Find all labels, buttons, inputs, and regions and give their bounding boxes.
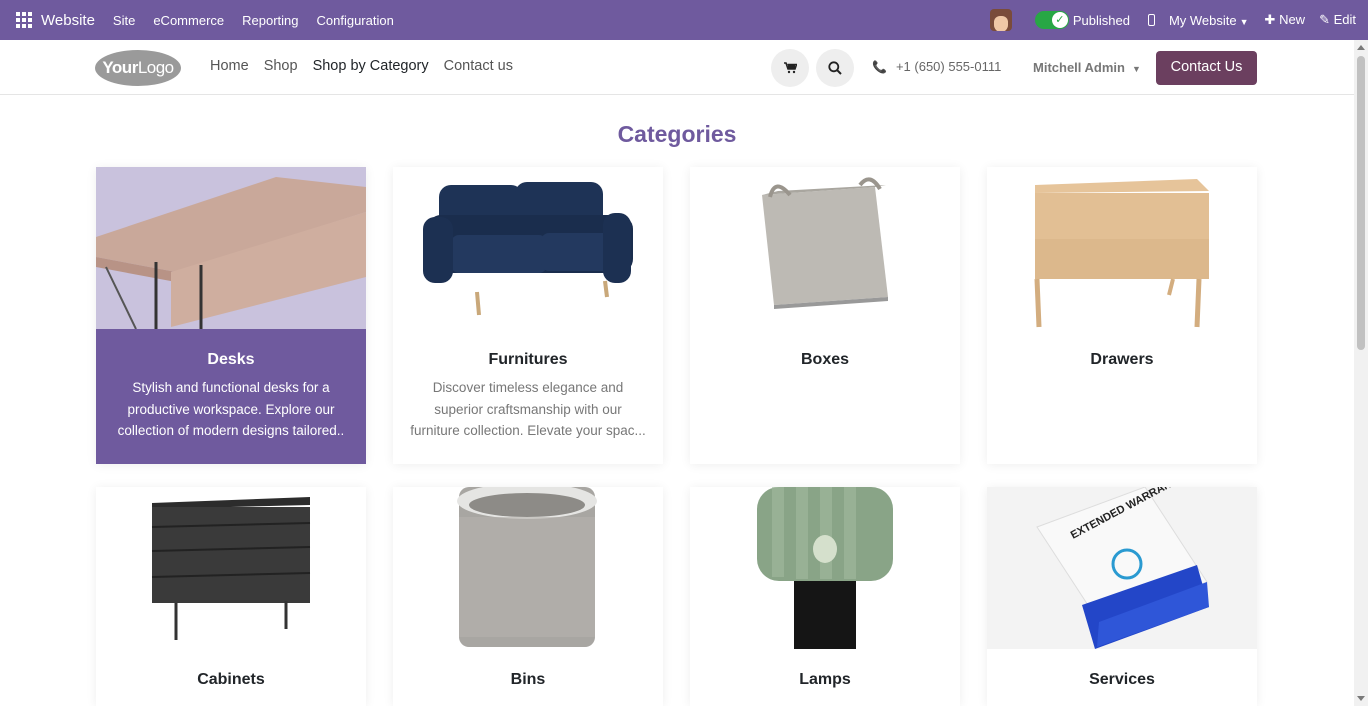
phone-number[interactable]: 📞 +1 (650) 555-0111 <box>872 59 1001 74</box>
edit-button[interactable]: ✎ Edit <box>1319 12 1356 28</box>
website-selector-label: My Website <box>1168 12 1237 28</box>
nav-shop[interactable]: Shop <box>264 58 298 74</box>
category-title: Services <box>1089 671 1155 688</box>
page-scrollbar[interactable] <box>1354 40 1368 706</box>
phone-text: +1 (650) 555-0111 <box>895 59 1002 74</box>
bin-image <box>393 487 663 649</box>
category-title: Cabinets <box>197 671 265 688</box>
category-card-boxes[interactable]: Boxes <box>690 167 960 464</box>
user-name: Mitchell Admin <box>1033 60 1125 75</box>
search-button[interactable] <box>816 49 854 87</box>
category-card-furnitures[interactable]: Furnitures Discover timeless elegance an… <box>393 167 663 464</box>
category-title: Boxes <box>800 351 850 368</box>
new-button[interactable]: ✚ New <box>1265 12 1306 28</box>
cart-button[interactable] <box>771 49 809 87</box>
scroll-thumb[interactable] <box>1357 56 1365 350</box>
admin-bar: Website Site eCommerce Reporting Configu… <box>0 0 1368 40</box>
drawer-image <box>987 167 1257 329</box>
menu-reporting[interactable]: Reporting <box>242 13 298 28</box>
category-card-desks[interactable]: Desks Stylish and functional desks for a… <box>96 167 366 464</box>
apps-grid-icon[interactable] <box>16 12 32 28</box>
logo-light-text: Logo <box>137 58 174 77</box>
check-icon: ✓ <box>1051 12 1068 28</box>
phone-icon: 📞 <box>872 60 887 74</box>
user-menu[interactable]: Mitchell Admin ▼ <box>1033 60 1141 75</box>
cart-icon <box>783 62 797 74</box>
plus-icon: ✚ <box>1264 12 1280 27</box>
nav-contact-us[interactable]: Contact us <box>444 58 513 74</box>
category-card-bins[interactable]: Bins <box>393 487 663 706</box>
site-header: YourLogo Home Shop Shop by Category Cont… <box>0 40 1354 95</box>
basket-image <box>690 167 960 329</box>
category-description: Stylish and functional desks for a produ… <box>117 380 345 438</box>
nav-home[interactable]: Home <box>210 58 249 74</box>
pencil-icon: ✎ <box>1319 12 1334 27</box>
logo-bold-text: Your <box>102 58 138 77</box>
menu-ecommerce[interactable]: eCommerce <box>153 13 224 28</box>
nav-shop-by-category[interactable]: Shop by Category <box>313 58 429 74</box>
website-selector[interactable]: My Website ▼ <box>1169 13 1249 28</box>
published-toggle[interactable]: ✓ <box>1034 11 1069 29</box>
category-title: Furnitures <box>488 351 568 368</box>
category-title: Bins <box>510 671 546 688</box>
contact-us-button[interactable]: Contact Us <box>1156 51 1257 85</box>
caret-down-icon: ▼ <box>1239 16 1249 27</box>
category-title: Lamps <box>799 671 851 688</box>
category-title: Desks <box>207 351 255 368</box>
page-title: Categories <box>617 121 737 147</box>
category-title: Drawers <box>1090 351 1154 368</box>
desk-image <box>96 167 366 329</box>
sofa-image <box>393 167 663 329</box>
menu-configuration[interactable]: Configuration <box>317 13 394 28</box>
cabinet-image <box>96 487 366 649</box>
category-card-cabinets[interactable]: Cabinets <box>96 487 366 706</box>
warranty-box-image: EXTENDED WARRANTY <box>987 487 1257 649</box>
mobile-preview-icon[interactable] <box>1147 14 1155 26</box>
main-nav: Home Shop Shop by Category Contact us <box>210 58 528 74</box>
caret-down-icon: ▼ <box>1131 64 1141 74</box>
app-brand[interactable]: Website <box>41 12 95 29</box>
lamp-image <box>690 487 960 649</box>
edit-label: Edit <box>1333 12 1356 27</box>
menu-site[interactable]: Site <box>113 13 135 28</box>
category-description: Discover timeless elegance and superior … <box>410 380 646 438</box>
published-label[interactable]: Published <box>1073 13 1130 28</box>
new-label: New <box>1279 12 1306 27</box>
category-card-services[interactable]: EXTENDED WARRANTY Services <box>987 487 1257 706</box>
scroll-up-icon[interactable] <box>1357 45 1365 50</box>
search-icon <box>828 61 842 75</box>
scroll-down-icon[interactable] <box>1357 696 1365 701</box>
site-logo[interactable]: YourLogo <box>95 50 181 86</box>
user-avatar[interactable] <box>989 9 1012 31</box>
category-card-lamps[interactable]: Lamps <box>690 487 960 706</box>
category-card-drawers[interactable]: Drawers <box>987 167 1257 464</box>
